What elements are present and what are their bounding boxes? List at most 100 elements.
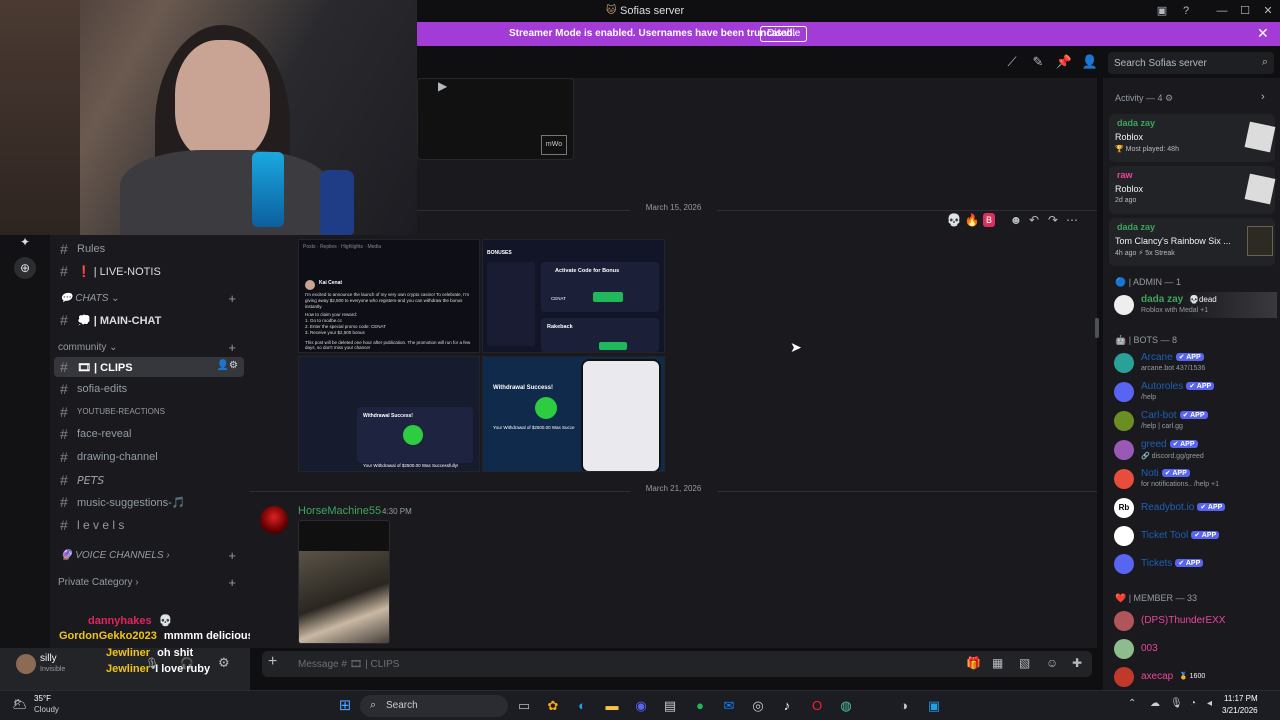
member-row[interactable]: Tickets ✔ APP	[1111, 551, 1277, 577]
category-voice-channels[interactable]: 🔮 VOICE CHANNELS › +	[58, 548, 244, 564]
member-row[interactable]: axecap 🏅 1600	[1111, 664, 1277, 690]
create-channel-icon[interactable]: +	[228, 340, 236, 355]
file-explorer-icon[interactable]: ▬	[602, 696, 622, 716]
app-icon[interactable]: ◎	[748, 696, 768, 716]
gif-icon[interactable]: ▦	[992, 656, 1003, 670]
member-row[interactable]: Carl-bot ✔ APP /help | carl.gg	[1111, 408, 1277, 434]
chevron-right-icon[interactable]: ›	[1261, 91, 1265, 103]
obs-icon[interactable]: ▣	[924, 696, 944, 716]
discover-icon[interactable]: ⊕	[14, 257, 36, 279]
member-row[interactable]: Rb Readybot.io ✔ APP	[1111, 495, 1277, 521]
image-attachment[interactable]	[298, 520, 390, 644]
channel-settings-icon[interactable]: 👤⚙	[217, 360, 238, 371]
add-reaction-icon[interactable]: ☻	[1007, 213, 1025, 227]
volume-icon[interactable]: ◂	[1207, 698, 1212, 709]
threads-icon[interactable]: ⟋	[1003, 54, 1021, 72]
forward-icon[interactable]: ↷	[1044, 213, 1062, 227]
activity-header[interactable]: Activity — 4 ⚙	[1115, 93, 1173, 104]
phone-screenshot[interactable]: Withdrawal Success! Your Withdrawal of $…	[482, 356, 665, 472]
pinned-messages-icon[interactable]: 📌	[1055, 54, 1073, 72]
minimize-button[interactable]: —	[1214, 3, 1230, 19]
bonus-screenshot[interactable]: BONUSES Activate Code for Bonus CENAT Ra…	[482, 239, 665, 353]
member-row[interactable]: Arcane ✔ APP arcane.bot 437/1536	[1111, 350, 1277, 376]
channel-main-chat[interactable]: # 💭 | MAIN-CHAT	[58, 310, 244, 330]
video-embed[interactable]: ▶ mWo	[417, 78, 574, 160]
member-row[interactable]: Ticket Tool ✔ APP	[1111, 523, 1277, 549]
channel-pets[interactable]: # 𝘗𝘌𝘛𝘚	[58, 470, 244, 490]
sticker-icon[interactable]: ▧	[1019, 656, 1030, 670]
apps-icon[interactable]: ✚	[1072, 656, 1082, 670]
withdrawal-screenshot[interactable]: Withdrawal Success! Your Withdrawal of $…	[298, 356, 480, 472]
clock-date[interactable]: 3/21/2026	[1222, 706, 1258, 715]
member-list-icon[interactable]: 👤	[1081, 54, 1099, 72]
clock-time[interactable]: 11:17 PM	[1224, 694, 1258, 703]
opera-icon[interactable]: O	[807, 696, 827, 716]
tray-chevron-icon[interactable]: ⌃	[1128, 698, 1136, 709]
avatar[interactable]	[260, 506, 288, 534]
message-author[interactable]: HorseMachine55	[298, 505, 381, 517]
category-private[interactable]: Private Category › +	[58, 575, 244, 591]
channel-clips[interactable]: # 🎞 | CLIPS 👤⚙	[54, 357, 244, 377]
edge-icon[interactable]: ◐	[572, 696, 592, 716]
copilot-icon[interactable]: ✿	[543, 696, 563, 716]
search-box[interactable]: ⌕	[1108, 52, 1274, 74]
notification-settings-icon[interactable]: ✎	[1029, 54, 1047, 72]
b-reaction-icon[interactable]: B	[983, 213, 995, 227]
discord-icon[interactable]: ◉	[631, 696, 651, 716]
spotify-icon[interactable]: ●	[690, 696, 710, 716]
create-channel-icon[interactable]: +	[228, 548, 236, 563]
member-row[interactable]: Noti ✔ APP for notifications.. /help +1	[1111, 466, 1277, 492]
scrollbar[interactable]	[1095, 318, 1099, 338]
gift-icon[interactable]: 🎁	[966, 656, 981, 670]
fire-reaction-icon[interactable]: 🔥	[963, 213, 981, 227]
skull-reaction-icon[interactable]: 💀	[945, 213, 963, 227]
channel-live-notis[interactable]: # ❗ | LIVE-NOTIS	[58, 261, 244, 281]
store-icon[interactable]: ▤	[660, 696, 680, 716]
channel-face-reveal[interactable]: # face-reveal	[58, 424, 244, 444]
help-icon[interactable]: ?	[1178, 3, 1194, 19]
member-row[interactable]: (DPS)ThunderEXX	[1111, 608, 1277, 634]
tray-mic-icon[interactable]: 🎙	[1170, 698, 1183, 709]
weather-icon[interactable]: 🌥	[12, 697, 27, 711]
activity-card[interactable]: dada zay Tom Clancy's Rainbow Six ... 4h…	[1109, 218, 1275, 266]
message-composer[interactable]: + 🎁 ▦ ▧ ☺ ✚	[262, 651, 1092, 677]
category-community[interactable]: community ⌄ +	[58, 340, 244, 356]
more-options-icon[interactable]: ⋯	[1063, 213, 1081, 227]
close-banner-icon[interactable]: ✕	[1257, 25, 1269, 42]
activity-card[interactable]: dada zay Roblox 🏆 Most played: 48h	[1109, 114, 1276, 162]
member-row[interactable]: Autoroles ✔ APP /help	[1111, 379, 1277, 405]
tweet-screenshot[interactable]: Posts · Replies · Highlights · Media Kai…	[298, 239, 480, 353]
message-input[interactable]	[298, 656, 898, 672]
create-channel-icon[interactable]: +	[228, 575, 236, 590]
mail-icon[interactable]: ✉	[719, 696, 739, 716]
user-settings-icon[interactable]: ⚙	[218, 655, 230, 671]
attach-plus-icon[interactable]: +	[268, 653, 277, 671]
image-collage[interactable]: Posts · Replies · Highlights · Media Kai…	[298, 239, 665, 472]
play-icon[interactable]: ▶	[438, 79, 447, 93]
wifi-icon[interactable]: ◔	[1190, 698, 1196, 709]
member-row[interactable]: 003	[1111, 636, 1277, 662]
browser-icon[interactable]: ◍	[836, 696, 856, 716]
member-row[interactable]: greed ✔ APP 🔗 discord.gg/greed	[1111, 437, 1277, 463]
channel-drawing-channel[interactable]: # drawing-channel	[58, 447, 244, 467]
steam-icon[interactable]: ◑	[894, 696, 914, 716]
maximize-button[interactable]: ☐	[1237, 3, 1253, 19]
task-view-icon[interactable]: ▭	[514, 696, 534, 716]
reply-icon[interactable]: ↶	[1025, 213, 1043, 227]
close-window-button[interactable]: ✕	[1260, 3, 1276, 19]
channel-sofia-edits[interactable]: # sofia-edits	[58, 379, 244, 399]
inbox-icon[interactable]: ▣	[1154, 3, 1170, 19]
channel-youtube-reactions[interactable]: # YOUTUBE-REACTIONS	[58, 402, 244, 422]
member-row[interactable]: dada zay 💀dead Roblox with Medal +1	[1111, 292, 1277, 318]
channel-levels[interactable]: # l e v e l s	[58, 515, 244, 535]
category-chats[interactable]: 💬 CHATS ⌄ +	[58, 291, 244, 307]
tiktok-icon[interactable]: ♪	[777, 696, 797, 716]
avatar[interactable]	[16, 654, 36, 674]
disable-streamer-mode-button[interactable]: Disable	[760, 26, 808, 42]
search-input[interactable]	[1114, 55, 1254, 71]
create-channel-icon[interactable]: +	[228, 291, 236, 306]
channel-music-suggestions[interactable]: # music-suggestions-🎵	[58, 492, 244, 512]
start-icon[interactable]: ⊞	[335, 696, 355, 716]
activity-card[interactable]: raw Roblox 2d ago	[1109, 166, 1276, 214]
tray-app-icon[interactable]: ☁	[1150, 698, 1160, 709]
